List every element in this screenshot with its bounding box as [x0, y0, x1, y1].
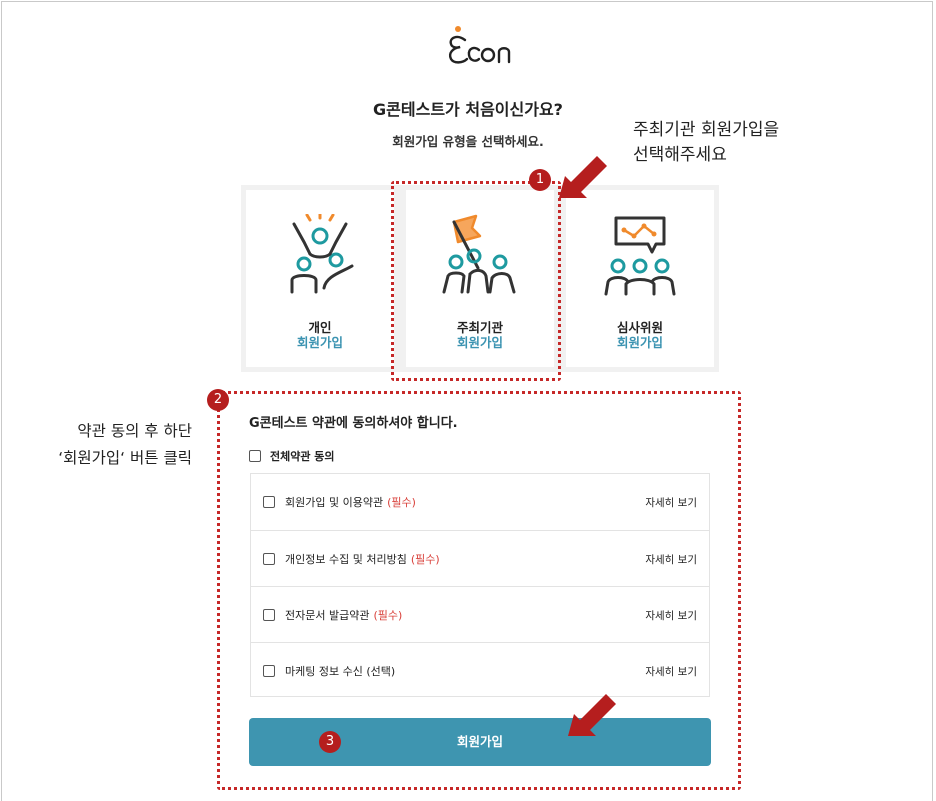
individual-cheer-icon — [290, 214, 354, 294]
step-badge-3: 3 — [319, 731, 341, 753]
hint-agree-line2: ‘회원가입‘ 버튼 클릭 — [58, 449, 192, 467]
hint-select-line2: 선택해주세요 — [633, 145, 727, 165]
term-label: 개인정보 수집 및 처리방침 — [285, 553, 407, 566]
term-label: 회원가입 및 이용약관 — [285, 496, 384, 509]
term-checkbox[interactable] — [263, 609, 275, 621]
term-label: 마케팅 정보 수신 (선택) — [285, 665, 396, 678]
pointer-arrow-icon — [568, 694, 616, 736]
page-subtitle: 회원가입 유형을 선택하세요. — [392, 134, 544, 149]
term-item: 개인정보 수집 및 처리방침 (필수) 자세히 보기 — [251, 530, 709, 587]
agree-all-checkbox[interactable] — [249, 450, 261, 462]
term-view-more-link[interactable]: 자세히 보기 — [645, 608, 697, 623]
term-required-badge: (필수) — [410, 553, 440, 566]
term-checkbox[interactable] — [263, 553, 275, 565]
term-label: 전자문서 발급약관 — [285, 609, 370, 622]
term-view-more-link[interactable]: 자세히 보기 — [645, 552, 697, 567]
pointer-arrow-icon — [559, 156, 607, 198]
agree-all-row[interactable]: 전체약관 동의 — [249, 446, 335, 466]
term-item: 마케팅 정보 수신 (선택) 자세히 보기 — [251, 642, 709, 699]
signup-type-judge[interactable]: 심사위원 회원가입 — [566, 190, 714, 367]
hint-select-organizer: 주최기관 회원가입을 선택해주세요 — [633, 118, 779, 168]
highlight-organizer — [391, 181, 561, 381]
hint-select-line1: 주최기관 회원가입을 — [633, 120, 780, 140]
terms-title: G콘테스트 약관에 동의하셔야 합니다. — [249, 416, 458, 431]
term-required-badge: (필수) — [373, 609, 403, 622]
term-checkbox[interactable] — [263, 496, 275, 508]
term-item: 회원가입 및 이용약관 (필수) 자세히 보기 — [251, 474, 709, 530]
term-checkbox[interactable] — [263, 665, 275, 677]
term-item: 전자문서 발급약관 (필수) 자세히 보기 — [251, 586, 709, 643]
hint-agree-terms: 약관 동의 후 하단 ‘회원가입‘ 버튼 클릭 — [20, 418, 192, 472]
term-view-more-link[interactable]: 자세히 보기 — [645, 664, 697, 679]
agree-all-label: 전체약관 동의 — [270, 450, 335, 463]
hint-agree-line1: 약관 동의 후 하단 — [77, 422, 192, 440]
signup-type-individual[interactable]: 개인 회원가입 — [246, 190, 394, 367]
step-badge-1: 1 — [529, 169, 551, 191]
term-view-more-link[interactable]: 자세히 보기 — [645, 495, 697, 510]
step-badge-2: 2 — [207, 389, 229, 411]
page-title: G콘테스트가 처음이신가요? — [373, 100, 563, 119]
judge-presentation-icon — [604, 216, 676, 296]
signup-type-subtitle: 회원가입 — [616, 335, 663, 350]
econ-logo — [448, 26, 511, 64]
terms-list: 회원가입 및 이용약관 (필수) 자세히 보기 개인정보 수집 및 처리방침 (… — [250, 473, 710, 697]
signup-type-subtitle: 회원가입 — [296, 335, 343, 350]
term-required-badge: (필수) — [387, 496, 416, 509]
